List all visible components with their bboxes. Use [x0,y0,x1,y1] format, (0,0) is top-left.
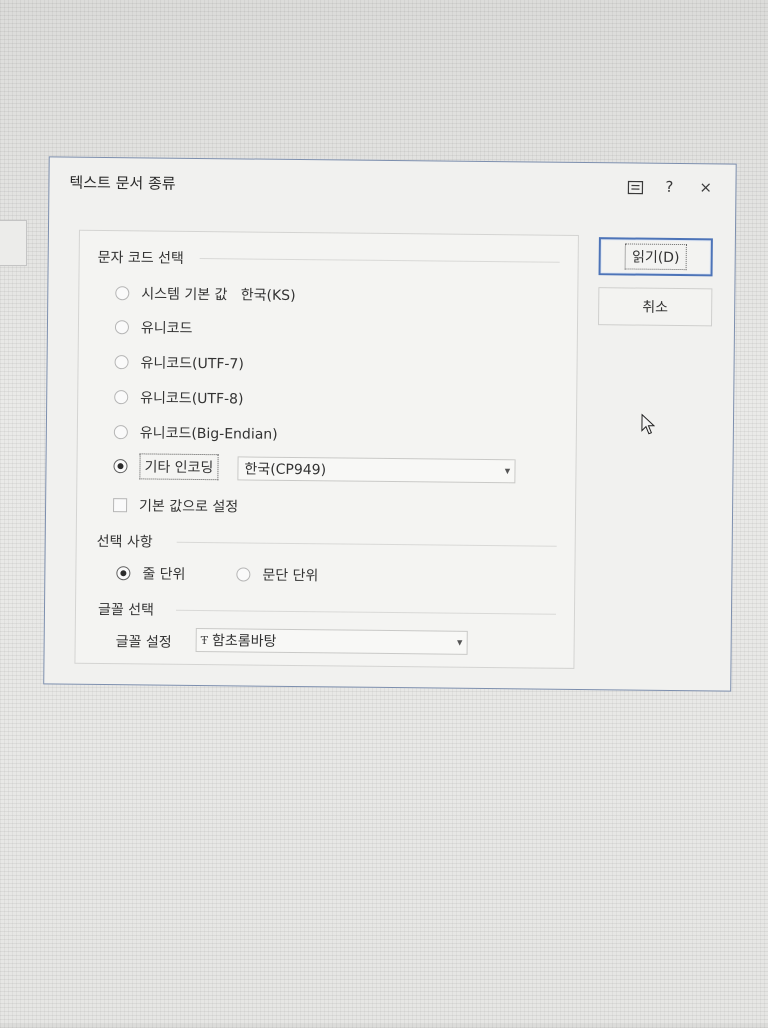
read-button-label: 읽기(D) [625,243,687,270]
radio-button[interactable] [236,567,250,581]
chevron-down-icon: ▼ [500,467,514,475]
photo-scene: 텍스트 문서 종류 ? × 문자 코드 선택 시스템 기본 값 한국(KS) 유… [0,0,768,1028]
radio-button[interactable] [114,390,128,404]
option-label: 유니코드(UTF-8) [140,387,243,408]
font-setting-label-row: 글꼴 설정 [116,631,172,652]
menu-icon[interactable] [627,180,643,194]
select-value: 한국(CP949) [238,458,500,481]
encoding-option-utf7[interactable]: 유니코드(UTF-7) [114,352,243,373]
select-value: 함초롬바탕 [210,630,453,653]
encoding-option-system-default[interactable]: 시스템 기본 값 한국(KS) [115,283,295,305]
options-group-divider [177,542,557,547]
set-as-default-checkbox-row[interactable]: 기본 값으로 설정 [113,495,238,516]
text-document-type-dialog: 텍스트 문서 종류 ? × 문자 코드 선택 시스템 기본 값 한국(KS) 유… [43,156,736,691]
radio-button[interactable] [114,425,128,439]
radio-button[interactable] [115,320,129,334]
encoding-group-divider [200,258,560,263]
truetype-font-icon: Ŧ [201,634,208,647]
paragraph-unit-option[interactable]: 문단 단위 [236,564,318,585]
encoding-option-utf8[interactable]: 유니코드(UTF-8) [114,387,243,408]
encoding-option-other[interactable]: 기타 인코딩 [113,453,218,480]
chevron-down-icon: ▼ [453,639,467,647]
cancel-button[interactable]: 취소 [598,287,712,326]
option-label: 유니코드(Big-Endian) [140,422,278,443]
line-unit-option[interactable]: 줄 단위 [116,563,185,584]
close-button[interactable]: × [699,178,712,196]
options-group-label: 선택 사항 [97,531,153,552]
font-group-divider [176,610,556,615]
checkbox-label: 기본 값으로 설정 [139,495,238,516]
checkbox[interactable] [113,498,127,512]
font-select[interactable]: Ŧ 함초롬바탕 ▼ [196,628,468,655]
option-label: 유니코드(UTF-7) [140,352,243,373]
option-label: 기타 인코딩 [139,453,218,480]
dialog-title: 텍스트 문서 종류 [69,172,175,194]
radio-button[interactable] [113,459,127,473]
mouse-pointer-icon [641,414,655,436]
encoding-option-unicode[interactable]: 유니코드 [115,317,193,338]
options-panel: 문자 코드 선택 시스템 기본 값 한국(KS) 유니코드 유니코드(UTF-7… [74,230,579,669]
option-label: 줄 단위 [142,563,185,583]
radio-button[interactable] [115,355,129,369]
help-button[interactable]: ? [665,178,673,196]
option-label: 문단 단위 [262,565,318,586]
encoding-option-big-endian[interactable]: 유니코드(Big-Endian) [114,422,278,444]
cancel-button-label: 취소 [642,297,668,317]
option-label: 시스템 기본 값 한국(KS) [141,283,295,305]
font-setting-label: 글꼴 설정 [116,631,172,652]
font-group-label: 글꼴 선택 [98,599,154,620]
option-label: 유니코드 [141,317,193,338]
encoding-group-label: 문자 코드 선택 [98,247,184,268]
other-encoding-select[interactable]: 한국(CP949) ▼ [237,456,515,483]
radio-button[interactable] [116,566,130,580]
read-button[interactable]: 읽기(D) [599,237,713,276]
radio-button[interactable] [115,286,129,300]
